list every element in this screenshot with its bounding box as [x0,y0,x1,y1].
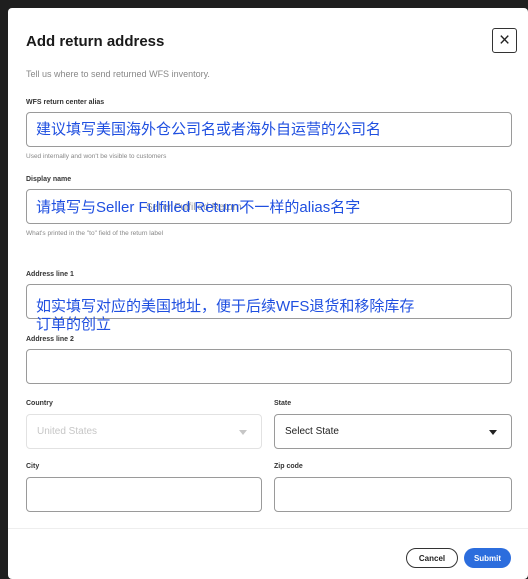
alias-help-text: Used internally and won't be visible to … [26,153,167,160]
country-select-value: United States [37,426,98,437]
display-name-input[interactable] [26,189,512,224]
display-name-help-text: What's printed in the "to" field of the … [26,230,164,237]
chevron-down-icon [489,430,497,435]
alias-label: WFS return center alias [26,99,105,106]
address-line-2-input[interactable] [26,349,512,384]
display-name-label: Display name [26,176,72,183]
country-select[interactable]: United States [26,414,262,449]
state-label: State [274,400,292,407]
state-select[interactable]: Select State [274,414,512,449]
alias-input[interactable] [26,112,512,147]
chevron-down-icon [239,430,247,435]
state-select-value: Select State [285,426,339,437]
display-name-value: Seller Fulfilled Return [146,202,242,213]
add-return-address-dialog: Add return address × Tell us where to se… [8,8,528,579]
city-label: City [26,463,40,470]
close-icon: × [498,30,511,51]
close-button[interactable]: × [492,28,517,53]
footer-divider [8,528,528,529]
zip-code-label: Zip code [274,463,303,470]
address-line-1-input[interactable] [26,284,512,319]
city-input[interactable] [26,477,262,512]
dialog-title: Add return address [26,33,165,50]
address-line-1-label: Address line 1 [26,271,74,278]
country-label: Country [26,400,53,407]
cancel-button[interactable]: Cancel [406,548,458,568]
address-line-2-label: Address line 2 [26,336,74,343]
zip-code-input[interactable] [274,477,512,512]
dialog-subtitle: Tell us where to send returned WFS inven… [26,69,210,79]
submit-button[interactable]: Submit [464,548,511,568]
